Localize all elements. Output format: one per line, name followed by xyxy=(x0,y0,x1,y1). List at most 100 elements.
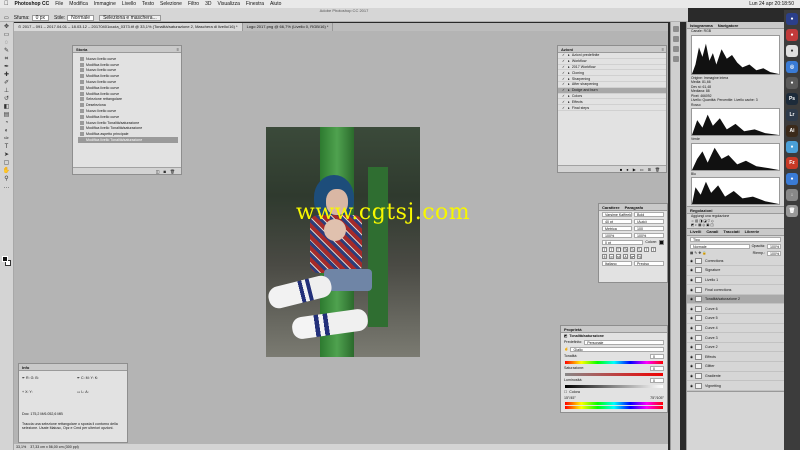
illustrator-icon[interactable]: Ai xyxy=(786,125,798,137)
tab-document-main[interactable]: ⊙ 2017 – 091 – 2017.04.01 – 18.03.12 – 2… xyxy=(14,23,243,31)
eraser-tool-icon[interactable]: ◧ xyxy=(3,104,11,110)
layer-name[interactable]: Curve 6 xyxy=(705,307,718,311)
expand-arrow-icon[interactable]: ▸ xyxy=(568,88,570,92)
subscript-button[interactable]: T₁ xyxy=(637,247,642,252)
healing-tool-icon[interactable]: ✚ xyxy=(3,72,11,78)
layer-name[interactable]: Tonalità/saturazione 2 xyxy=(705,297,740,301)
zoom-tool-icon[interactable]: ⚲ xyxy=(3,176,11,182)
layer-row[interactable]: ◉ Livello 1 xyxy=(687,276,784,286)
layer-name[interactable]: Final corrections xyxy=(705,288,731,292)
layer-thumbnail[interactable] xyxy=(695,334,702,341)
camera-icon[interactable]: ◙ xyxy=(164,169,166,174)
quick-select-tool-icon[interactable]: ✎ xyxy=(3,48,11,54)
blur-tool-icon[interactable]: ◔ xyxy=(3,120,11,126)
foreground-color-swatch[interactable] xyxy=(2,256,8,262)
menu-aiuto[interactable]: Aiuto xyxy=(270,1,281,7)
tab-histogram[interactable]: Istogramma xyxy=(690,23,713,28)
layer-row[interactable]: ◉ Tonalità/saturazione 2 xyxy=(687,294,784,305)
history-panel-title[interactable]: Storia xyxy=(76,47,87,52)
hand-tool-icon[interactable]: ✋ xyxy=(3,168,11,174)
marquee-tool-icon[interactable]: ▭ xyxy=(3,32,11,38)
history-item[interactable]: Modifica livello Tonalità/saturazione xyxy=(78,137,178,143)
stop-icon[interactable]: ■ xyxy=(620,167,622,172)
tab-navigator[interactable]: Navigatore xyxy=(718,23,739,28)
type-tool-icon[interactable]: T xyxy=(3,144,11,150)
actions-panel-title[interactable]: Azioni xyxy=(561,47,573,52)
trash-icon[interactable]: 🗑 xyxy=(170,169,175,174)
layer-name[interactable]: Curve 3 xyxy=(705,336,718,340)
layer-name[interactable]: Vignetting xyxy=(705,384,721,388)
dock-app-icon[interactable]: ● xyxy=(786,13,798,25)
lightness-input[interactable]: 0 xyxy=(650,378,664,383)
info-panel-title[interactable]: Info xyxy=(22,365,29,370)
fraction-button[interactable]: ½ xyxy=(637,254,642,259)
colorize-checkbox[interactable]: ☐ xyxy=(564,390,567,394)
tab-document-logo[interactable]: Logo 2017.png @ 66,7% (Livello 0, RGB/16… xyxy=(243,23,334,31)
marquee-tool-icon[interactable]: ▭ xyxy=(4,15,9,21)
blend-mode-select[interactable]: Normale xyxy=(690,243,750,249)
dock-icon[interactable] xyxy=(672,56,679,62)
layer-row[interactable]: ◉ Final corrections xyxy=(687,285,784,295)
lightness-slider[interactable] xyxy=(565,385,663,388)
layer-name[interactable]: Livello 1 xyxy=(705,278,718,282)
baseline-field[interactable]: 0 pt xyxy=(602,240,644,245)
tracking-field[interactable]: 100 xyxy=(634,226,664,231)
layer-thumbnail[interactable] xyxy=(695,286,702,293)
info-panel-header[interactable]: Info xyxy=(19,364,127,371)
properties-panel-title[interactable]: Proprietà xyxy=(564,327,582,332)
apple-icon[interactable]:  xyxy=(4,1,9,7)
layer-row[interactable]: ◉ Curve 4 xyxy=(687,324,784,334)
layer-name[interactable]: Curve 2 xyxy=(705,345,718,349)
dodge-tool-icon[interactable]: ◐ xyxy=(3,128,11,134)
expand-arrow-icon[interactable]: ▸ xyxy=(568,53,570,57)
check-icon[interactable]: ✓ xyxy=(562,53,566,57)
lock-icons[interactable]: ▦ ✎ ✥ 🔒 xyxy=(690,251,707,256)
menu-file[interactable]: File xyxy=(55,1,63,7)
kerning-field[interactable]: Metrica xyxy=(602,226,632,231)
expand-arrow-icon[interactable]: ▸ xyxy=(568,106,570,110)
check-icon[interactable]: ✓ xyxy=(562,71,566,75)
expand-arrow-icon[interactable]: ▸ xyxy=(568,59,570,63)
crop-tool-icon[interactable]: ⌗ xyxy=(3,56,11,62)
dock-app-icon[interactable]: ● xyxy=(786,77,798,89)
opacity-input[interactable]: 100% xyxy=(767,243,781,249)
layer-thumbnail[interactable] xyxy=(695,353,702,360)
layer-row[interactable]: ◉ Curve 2 xyxy=(687,343,784,353)
leading-field[interactable]: (Auto) xyxy=(634,219,664,224)
zoom-level[interactable]: 33,1% xyxy=(16,445,26,449)
layer-thumbnail[interactable] xyxy=(695,372,702,379)
dock-app-icon[interactable]: ● xyxy=(786,141,798,153)
stamp-tool-icon[interactable]: ⊥ xyxy=(3,88,11,94)
layer-thumbnail[interactable] xyxy=(695,267,702,274)
layer-row[interactable]: ◉ Vignetting xyxy=(687,381,784,391)
gradient-tool-icon[interactable]: ▤ xyxy=(3,112,11,118)
check-icon[interactable]: ✓ xyxy=(562,77,566,81)
titling-button[interactable]: A xyxy=(623,254,628,259)
layer-thumbnail[interactable] xyxy=(695,296,702,303)
dock-icon[interactable] xyxy=(672,36,679,42)
menu-filtro[interactable]: Filtro xyxy=(188,1,199,7)
menu-finestra[interactable]: Finestra xyxy=(246,1,264,7)
layer-row[interactable]: ◉ Curve 6 xyxy=(687,304,784,315)
vertical-scale-field[interactable]: 100% xyxy=(602,233,632,238)
layer-name[interactable]: Curve 5 xyxy=(705,316,718,320)
bold-button[interactable]: T xyxy=(602,247,607,252)
layer-row[interactable]: ◉ Curve 3 xyxy=(687,333,784,343)
saturation-slider[interactable] xyxy=(565,373,663,376)
expand-arrow-icon[interactable]: ▸ xyxy=(568,77,570,81)
hand-adjust-icon[interactable]: ☝ xyxy=(564,347,568,352)
tab-character[interactable]: Carattere xyxy=(602,205,620,210)
layer-thumbnail[interactable] xyxy=(695,315,702,322)
layer-thumbnail[interactable] xyxy=(695,305,702,312)
tab-channels[interactable]: Canali xyxy=(706,229,718,234)
menu-immagine[interactable]: Immagine xyxy=(94,1,116,7)
menu-livello[interactable]: Livello xyxy=(122,1,136,7)
safari-icon[interactable]: ◎ xyxy=(786,61,798,73)
tab-adjustments[interactable]: Regolazioni xyxy=(690,208,712,213)
move-tool-icon[interactable]: ✥ xyxy=(3,24,11,30)
fill-input[interactable]: 100% xyxy=(767,250,781,256)
dock-icon[interactable] xyxy=(672,26,679,32)
color-range-bar[interactable] xyxy=(565,402,663,405)
app-menu[interactable]: Photoshop CC xyxy=(15,1,50,7)
record-icon[interactable]: ● xyxy=(626,167,628,172)
